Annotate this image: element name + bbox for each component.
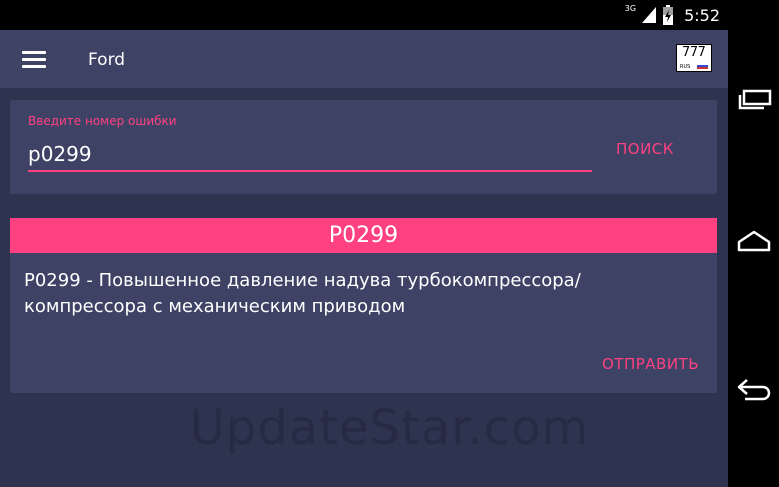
- status-bar: 3G 5:52: [0, 0, 728, 30]
- recent-apps-icon[interactable]: [733, 78, 775, 118]
- license-plate-button[interactable]: 777 RUS: [676, 44, 712, 72]
- hamburger-menu-icon[interactable]: [22, 51, 46, 69]
- clock: 5:52: [684, 5, 720, 25]
- home-icon[interactable]: [733, 222, 775, 262]
- plate-number: 777: [682, 45, 706, 60]
- russia-flag-icon: [697, 63, 708, 69]
- signal-icon: [642, 7, 657, 23]
- result-description: P0299 - Повышенное давление надува турбо…: [24, 270, 581, 317]
- result-card: P0299 P0299 - Повышенное давление надува…: [10, 218, 717, 393]
- search-button[interactable]: ПОИСК: [608, 136, 682, 162]
- network-type: 3G: [624, 3, 637, 13]
- app-bar: Ford: [0, 30, 728, 88]
- plate-region: RUS: [680, 64, 691, 70]
- app-title: Ford: [88, 50, 126, 70]
- search-card: Введите номер ошибки ПОИСК: [10, 100, 717, 194]
- back-icon[interactable]: [733, 370, 775, 410]
- send-button[interactable]: ОТПРАВИТЬ: [596, 351, 705, 377]
- result-code-header: P0299: [10, 218, 717, 253]
- navigation-bar: [728, 0, 779, 487]
- status-icons: 3G 5:52: [625, 0, 720, 30]
- error-code-label: Введите номер ошибки: [28, 114, 177, 128]
- battery-icon: [663, 5, 674, 25]
- watermark: UpdateStar.com: [189, 400, 590, 456]
- error-code-input[interactable]: [28, 138, 592, 172]
